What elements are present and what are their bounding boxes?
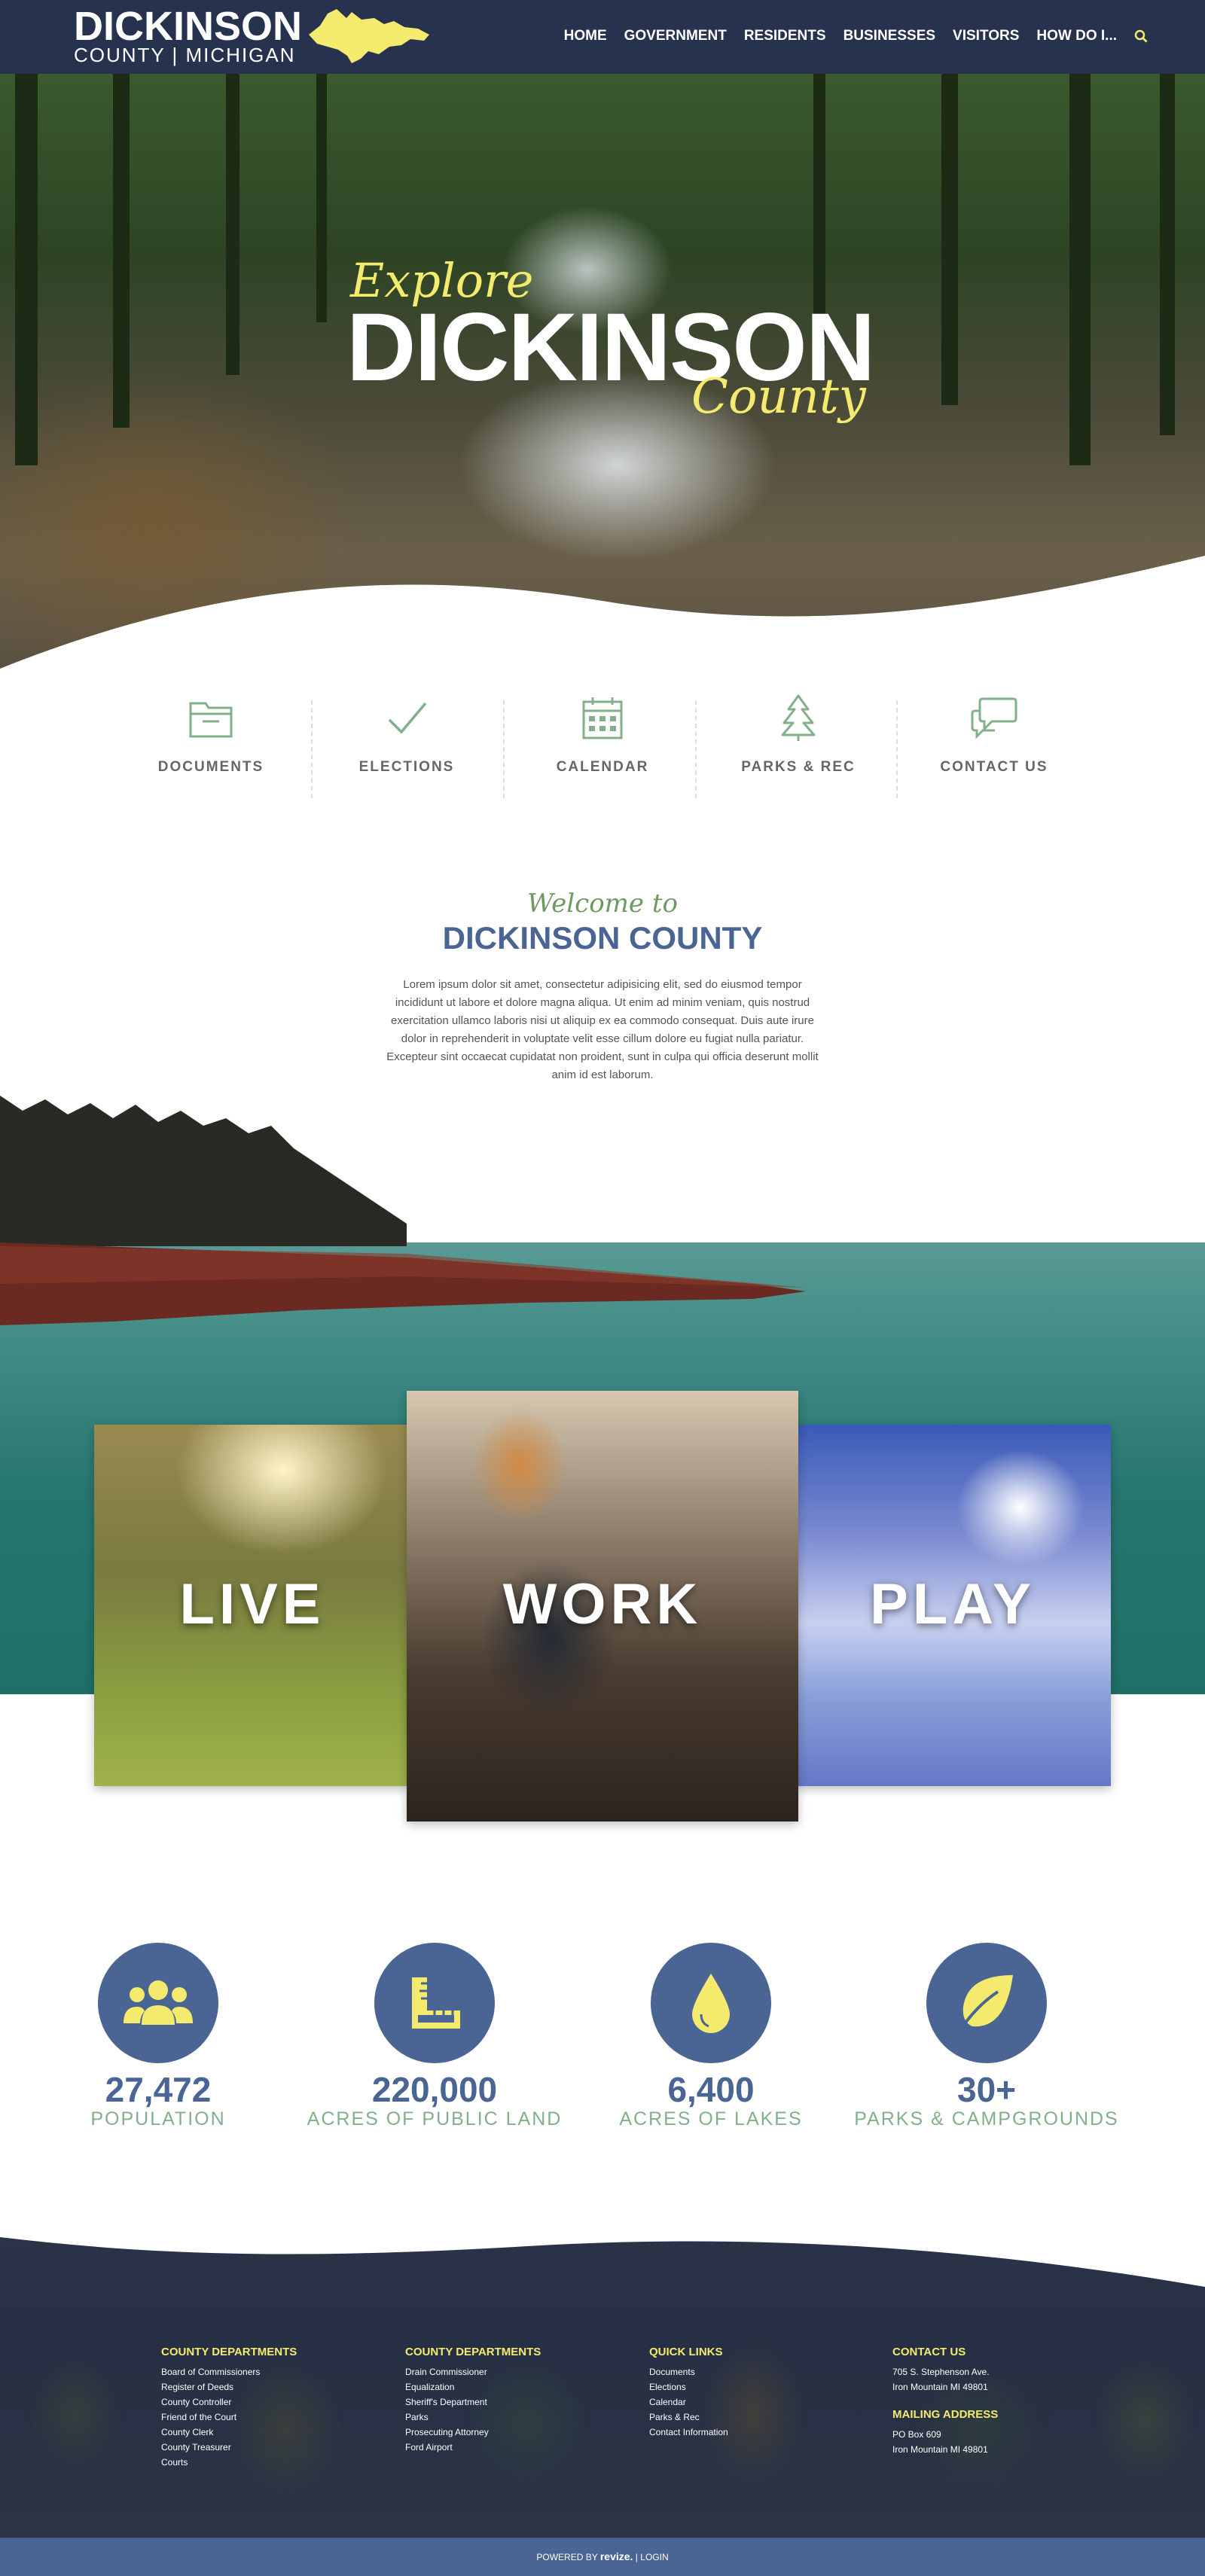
- footer-link[interactable]: Ford Airport: [405, 2440, 631, 2455]
- footer-link[interactable]: Board of Commissioners: [161, 2364, 387, 2379]
- footer-link[interactable]: Courts: [161, 2455, 387, 2470]
- footer-link[interactable]: Friend of the Court: [161, 2410, 387, 2425]
- folder-icon: [189, 702, 233, 738]
- nav-residents[interactable]: RESIDENTS: [744, 28, 826, 44]
- calendar-icon: [582, 697, 623, 739]
- live-card[interactable]: LIVE: [94, 1425, 410, 1786]
- footer-col-contact: CONTACT US 705 S. Stephenson Ave. Iron M…: [892, 2346, 1118, 2457]
- play-card[interactable]: PLAY: [795, 1425, 1111, 1786]
- people-icon: [124, 1980, 193, 2025]
- footer-address-line: 705 S. Stephenson Ave.: [892, 2367, 990, 2377]
- quick-link-label: CALENDAR: [556, 759, 649, 775]
- welcome-title: DICKINSON COUNTY: [442, 920, 763, 956]
- nav-businesses[interactable]: BUSINESSES: [844, 28, 935, 44]
- login-link[interactable]: LOGIN: [640, 2552, 668, 2562]
- stat-circle: [374, 1943, 495, 2063]
- stat-label: PARKS & CAMPGROUNDS: [854, 2108, 1119, 2129]
- site-logo[interactable]: DICKINSON COUNTY | MICHIGAN: [74, 4, 303, 66]
- quick-links: DOCUMENTS ELECTIONS CALENDAR PARKS & REC: [0, 693, 1205, 806]
- footer-link[interactable]: Parks & Rec: [649, 2410, 875, 2425]
- separator: |: [635, 2552, 638, 2562]
- quick-link-label: CONTACT US: [940, 759, 1048, 775]
- footer-link[interactable]: County Clerk: [161, 2425, 387, 2440]
- footer-address-line: Iron Mountain MI 49801: [892, 2382, 988, 2392]
- footer-col-quick-links: QUICK LINKS Documents Elections Calendar…: [649, 2346, 875, 2440]
- stat-label: ACRES OF PUBLIC LAND: [307, 2108, 563, 2129]
- quick-link-label: PARKS & REC: [741, 759, 856, 775]
- nav-visitors[interactable]: VISITORS: [953, 28, 1019, 44]
- stat-value: 6,400: [667, 2070, 755, 2109]
- quick-link-documents[interactable]: DOCUMENTS: [136, 693, 286, 776]
- stat-population: 27,472 POPULATION: [23, 1943, 294, 2129]
- stat-lakes: 6,400 ACRES OF LAKES: [575, 1943, 847, 2129]
- footer-col-title: MAILING ADDRESS: [892, 2408, 999, 2421]
- footer-col-departments-1: COUNTY DEPARTMENTS Board of Commissioner…: [161, 2346, 387, 2470]
- powered-by-text: POWERED BY: [536, 2552, 598, 2562]
- welcome-script: Welcome to: [527, 889, 678, 919]
- revize-logo[interactable]: revize.: [600, 2550, 633, 2562]
- hero-banner: Explore DICKINSON County: [0, 74, 1205, 676]
- quick-link-calendar[interactable]: CALENDAR: [527, 693, 678, 776]
- hero-script-county: County: [691, 369, 866, 425]
- footer-col-title: COUNTY DEPARTMENTS: [405, 2346, 541, 2358]
- stat-circle: [98, 1943, 218, 2063]
- footer-address-line: Iron Mountain MI 49801: [892, 2444, 988, 2455]
- footer-link[interactable]: County Treasurer: [161, 2440, 387, 2455]
- chat-bubble-icon: [971, 697, 1017, 739]
- search-icon[interactable]: [1134, 29, 1148, 43]
- pine-tree-icon: [781, 694, 816, 741]
- footer-link[interactable]: County Controller: [161, 2395, 387, 2410]
- card-label: WORK: [502, 1572, 703, 1636]
- stat-value: 27,472: [105, 2070, 212, 2109]
- michigan-map-icon: [309, 9, 429, 63]
- footer-col-departments-2: COUNTY DEPARTMENTS Drain Commissioner Eq…: [405, 2346, 631, 2455]
- footer-link[interactable]: Sheriff's Department: [405, 2395, 631, 2410]
- stat-label: ACRES OF LAKES: [619, 2108, 803, 2129]
- stat-parks: 30+ PARKS & CAMPGROUNDS: [851, 1943, 1122, 2129]
- quick-link-label: ELECTIONS: [358, 759, 455, 775]
- card-label: PLAY: [870, 1572, 1036, 1636]
- stat-value: 30+: [956, 2070, 1017, 2109]
- stat-public-land: 220,000 ACRES OF PUBLIC LAND: [299, 1943, 570, 2129]
- footer-link[interactable]: Documents: [649, 2364, 875, 2379]
- quick-link-elections[interactable]: ELECTIONS: [331, 693, 482, 776]
- footer-col-title: CONTACT US: [892, 2346, 966, 2358]
- footer-link[interactable]: Drain Commissioner: [405, 2364, 631, 2379]
- bottom-bar: POWERED BY revize. | LOGIN: [0, 2538, 1205, 2576]
- nav-government[interactable]: GOVERNMENT: [624, 28, 727, 44]
- quick-link-contact-us[interactable]: CONTACT US: [919, 693, 1069, 776]
- footer-link[interactable]: Parks: [405, 2410, 631, 2425]
- checkmark-icon: [388, 702, 427, 734]
- hero-wave-divider: [0, 556, 1205, 676]
- stat-circle: [651, 1943, 771, 2063]
- footer-link[interactable]: Contact Information: [649, 2425, 875, 2440]
- ruler-icon: [412, 1977, 460, 2029]
- nav-how-do-i[interactable]: HOW DO I...: [1036, 28, 1117, 44]
- footer-link[interactable]: Calendar: [649, 2395, 875, 2410]
- main-nav: HOME GOVERNMENT RESIDENTS BUSINESSES VIS…: [564, 28, 1148, 44]
- logo-title: DICKINSON: [74, 4, 303, 49]
- footer-address-line: PO Box 609: [892, 2429, 941, 2440]
- quick-link-parks-rec[interactable]: PARKS & REC: [723, 693, 874, 776]
- leaf-icon: [957, 1975, 1013, 2034]
- footer-link[interactable]: Elections: [649, 2379, 875, 2395]
- nav-home[interactable]: HOME: [564, 28, 607, 44]
- footer-link[interactable]: Equalization: [405, 2379, 631, 2395]
- stat-value: 220,000: [371, 2070, 498, 2109]
- stat-circle: [926, 1943, 1047, 2063]
- footer-link[interactable]: Register of Deeds: [161, 2379, 387, 2395]
- quick-link-label: DOCUMENTS: [157, 759, 264, 775]
- water-drop-icon: [692, 1974, 730, 2033]
- welcome-body: Lorem ipsum dolor sit amet, consectetur …: [386, 978, 819, 1081]
- logo-subtitle: COUNTY | MICHIGAN: [74, 44, 296, 66]
- stat-label: POPULATION: [90, 2108, 226, 2129]
- work-card[interactable]: WORK: [407, 1391, 798, 1821]
- footer-col-title: COUNTY DEPARTMENTS: [161, 2346, 297, 2358]
- card-label: LIVE: [179, 1572, 325, 1636]
- footer-link[interactable]: Prosecuting Attorney: [405, 2425, 631, 2440]
- footer-col-title: QUICK LINKS: [649, 2346, 723, 2358]
- site-header: DICKINSON COUNTY | MICHIGAN HOME GOVERNM…: [0, 0, 1205, 74]
